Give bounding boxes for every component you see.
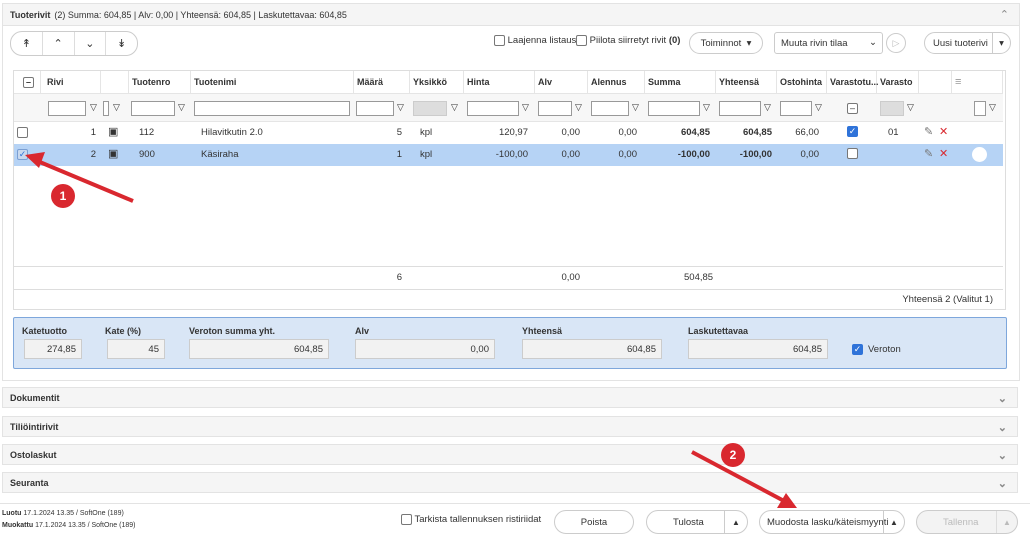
annotation-arrow-1 xyxy=(34,158,134,203)
annotation-arrowhead-1 xyxy=(25,152,45,168)
annotation-badge-1: 1 xyxy=(51,184,75,208)
annotation-arrows xyxy=(25,152,797,508)
annotation-badge-2: 2 xyxy=(721,443,745,467)
